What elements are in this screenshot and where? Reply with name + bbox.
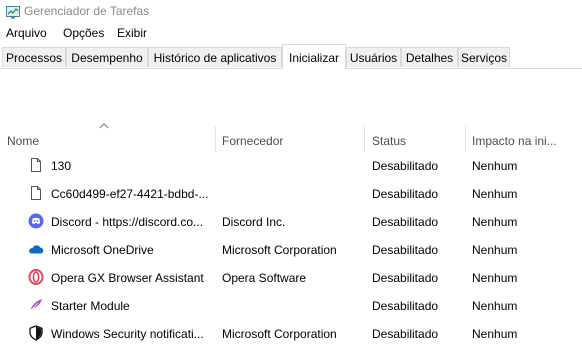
- row-impact: Nenhum: [472, 327, 518, 341]
- row-impact: Nenhum: [472, 159, 518, 173]
- row-vendor: Discord Inc.: [222, 215, 286, 229]
- tab-startup[interactable]: Inicializar: [282, 44, 346, 69]
- table-row[interactable]: Cc60d499-ef27-4421-bdbd-... Desabilitado…: [0, 180, 582, 208]
- row-status: Desabilitado: [372, 299, 439, 313]
- column-divider[interactable]: [465, 126, 466, 152]
- blank-file-icon: [31, 158, 41, 172]
- column-header-vendor[interactable]: Fornecedor: [222, 134, 283, 148]
- column-divider[interactable]: [364, 126, 365, 152]
- row-impact: Nenhum: [472, 271, 518, 285]
- tab-users[interactable]: Usuários: [346, 47, 401, 67]
- blank-file-icon: [31, 186, 41, 200]
- row-name: Windows Security notificati...: [51, 327, 204, 341]
- table-row[interactable]: Windows Security notificati... Microsoft…: [0, 320, 582, 348]
- title-bar: Gerenciador de Tarefas: [0, 0, 582, 24]
- column-header-status[interactable]: Status: [372, 134, 406, 148]
- menu-options[interactable]: Opções: [63, 26, 104, 40]
- row-name: Starter Module: [51, 299, 130, 313]
- table-row[interactable]: Opera GX Browser Assistant Opera Softwar…: [0, 264, 582, 292]
- column-header-startup-impact[interactable]: Impacto na ini...: [472, 134, 557, 148]
- opera-gx-icon: [28, 269, 44, 285]
- onedrive-cloud-icon: [29, 245, 44, 254]
- row-name: Opera GX Browser Assistant: [51, 271, 204, 285]
- row-name: Cc60d499-ef27-4421-bdbd-...: [51, 187, 209, 201]
- row-status: Desabilitado: [372, 215, 439, 229]
- row-vendor: Opera Software: [222, 271, 307, 285]
- row-status: Desabilitado: [372, 159, 439, 173]
- row-impact: Nenhum: [472, 299, 518, 313]
- tab-app-history[interactable]: Histórico de aplicativos: [148, 47, 282, 67]
- window-title: Gerenciador de Tarefas: [24, 4, 150, 18]
- menu-view[interactable]: Exibir: [117, 26, 147, 40]
- tab-processes[interactable]: Processos: [2, 47, 66, 67]
- row-status: Desabilitado: [372, 271, 439, 285]
- row-status: Desabilitado: [372, 243, 439, 257]
- shield-icon: [29, 325, 43, 341]
- row-name: 130: [51, 159, 72, 173]
- tab-strip: Processos Desempenho Histórico de aplica…: [0, 44, 582, 69]
- tab-performance[interactable]: Desempenho: [66, 47, 148, 67]
- tab-services[interactable]: Serviços: [458, 47, 510, 67]
- row-status: Desabilitado: [372, 327, 439, 341]
- row-status: Desabilitado: [372, 187, 439, 201]
- table-row[interactable]: Discord - https://discord.co... Discord …: [0, 208, 582, 236]
- row-name: Microsoft OneDrive: [51, 243, 154, 257]
- tab-details[interactable]: Detalhes: [401, 47, 458, 67]
- column-divider[interactable]: [215, 126, 216, 152]
- row-impact: Nenhum: [472, 243, 518, 257]
- column-header-row: Nome Fornecedor Status Impacto na ini...: [0, 123, 582, 152]
- menu-file[interactable]: Arquivo: [6, 26, 47, 40]
- row-name: Discord - https://discord.co...: [51, 215, 204, 229]
- discord-icon: [28, 213, 44, 229]
- table-row[interactable]: Starter Module Desabilitado Nenhum: [0, 292, 582, 320]
- starter-feather-icon: [29, 299, 42, 312]
- row-impact: Nenhum: [472, 215, 518, 229]
- task-manager-icon: [6, 6, 20, 19]
- menu-bar: Arquivo Opções Exibir: [0, 24, 582, 44]
- table-row[interactable]: 130 Desabilitado Nenhum: [0, 152, 582, 180]
- row-impact: Nenhum: [472, 187, 518, 201]
- row-vendor: Microsoft Corporation: [222, 327, 337, 341]
- column-header-name[interactable]: Nome: [7, 134, 39, 148]
- sort-ascending-icon: [99, 123, 109, 129]
- row-vendor: Microsoft Corporation: [222, 243, 337, 257]
- table-row[interactable]: Microsoft OneDrive Microsoft Corporation…: [0, 236, 582, 264]
